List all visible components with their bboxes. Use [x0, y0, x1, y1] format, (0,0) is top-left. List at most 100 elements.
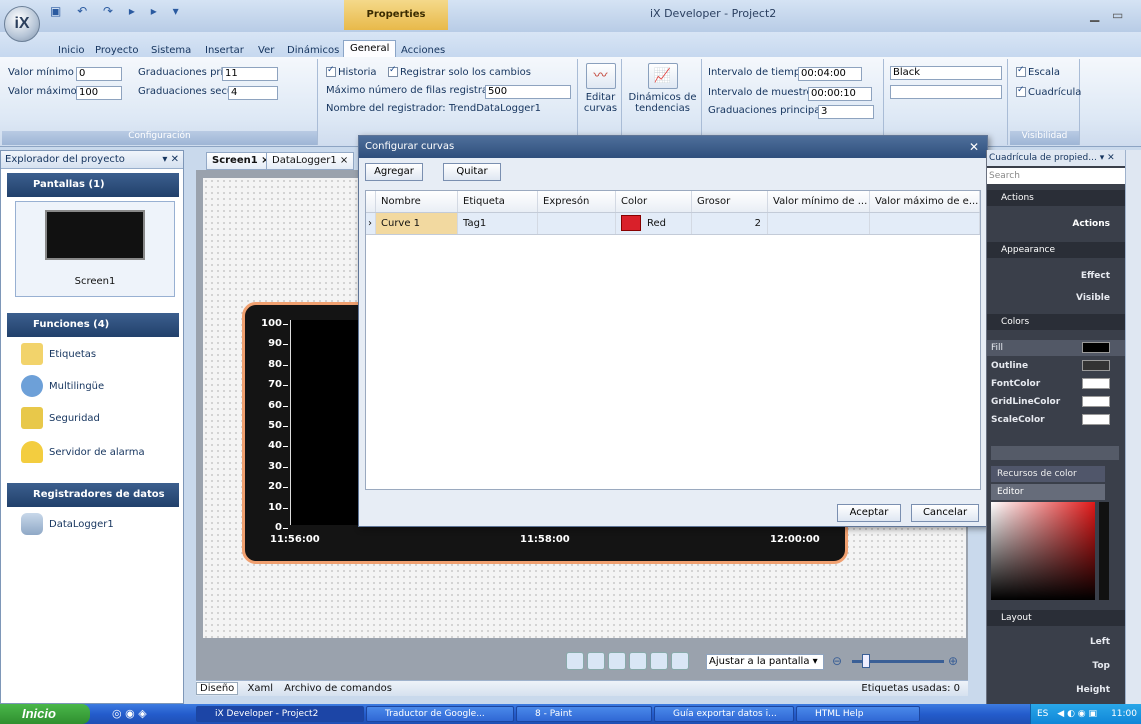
tab-ver[interactable]: Ver: [258, 45, 274, 56]
sample-interval-input[interactable]: 00:00:10: [808, 87, 872, 101]
actions-section[interactable]: Actions: [987, 190, 1126, 206]
cancel-button[interactable]: Cancelar: [911, 504, 979, 522]
xaml-tab[interactable]: Xaml: [247, 683, 273, 694]
grid-checkbox[interactable]: Cuadrícula: [1016, 85, 1081, 98]
image-icon[interactable]: [671, 652, 689, 670]
max-value-input[interactable]: 100: [76, 86, 122, 100]
design-tab[interactable]: Diseño: [196, 682, 239, 695]
tab-datalogger1[interactable]: DataLogger1 ×: [266, 152, 355, 170]
color-picker[interactable]: [991, 502, 1095, 600]
cell-tag[interactable]: Tag1: [458, 213, 538, 234]
register-changes-checkbox[interactable]: Registrar solo los cambios: [388, 65, 531, 78]
screen-icon[interactable]: [650, 652, 668, 670]
color-resources-tab[interactable]: Recursos de color: [991, 466, 1105, 482]
height-property[interactable]: Height: [987, 682, 1126, 698]
comment-icon[interactable]: [587, 652, 605, 670]
align-icon[interactable]: [566, 652, 584, 670]
function-item-alarm[interactable]: Servidor de alarma: [21, 441, 145, 463]
function-item-multilingue[interactable]: Multilingüe: [21, 375, 104, 397]
outline-property[interactable]: Outline: [987, 358, 1126, 374]
color-editor-tab[interactable]: Editor: [991, 484, 1105, 500]
major-ticks-input[interactable]: 11: [222, 67, 278, 81]
table-row[interactable]: › Curve 1 Tag1 Red 2: [366, 213, 980, 235]
screen-thumbnail[interactable]: Screen1: [15, 201, 175, 297]
function-item-etiquetas[interactable]: Etiquetas: [21, 343, 96, 365]
taskbar-item-ixdeveloper[interactable]: iX Developer - Project2: [196, 706, 364, 722]
color-dropdown-2[interactable]: [890, 85, 1002, 99]
layout-section[interactable]: Layout: [987, 610, 1126, 626]
taskbar-item-htmlhelp[interactable]: HTML Help: [796, 706, 920, 722]
effect-property[interactable]: Effect: [987, 268, 1126, 284]
cell-min[interactable]: [768, 213, 870, 234]
cell-name[interactable]: Curve 1: [376, 213, 458, 234]
color-mode-buttons[interactable]: [991, 446, 1119, 460]
minimize-icon[interactable]: ▁: [1090, 8, 1099, 22]
actions-button[interactable]: Actions: [987, 216, 1126, 232]
tab-inicio[interactable]: Inicio: [58, 45, 84, 56]
language-indicator[interactable]: ES: [1037, 709, 1048, 719]
tab-insertar[interactable]: Insertar: [205, 45, 244, 56]
logger-item[interactable]: DataLogger1: [21, 513, 114, 535]
appearance-section[interactable]: Appearance: [987, 242, 1126, 258]
add-button[interactable]: Agregar: [365, 163, 423, 181]
hue-slider[interactable]: [1099, 502, 1109, 600]
application-button[interactable]: iX: [4, 6, 40, 42]
ok-button[interactable]: Aceptar: [837, 504, 901, 522]
zoom-in-icon[interactable]: ⊕: [948, 654, 958, 668]
tab-sistema[interactable]: Sistema: [151, 45, 191, 56]
functions-section-header[interactable]: Funciones (4): [7, 313, 179, 337]
col-color[interactable]: Color: [616, 191, 692, 212]
loggers-section-header[interactable]: Registradores de datos (1): [7, 483, 179, 524]
max-rows-input[interactable]: 500: [485, 85, 571, 99]
zoom-out-icon[interactable]: ⊖: [832, 654, 842, 668]
zoom-slider-thumb[interactable]: [862, 654, 870, 668]
start-button[interactable]: Inicio: [0, 704, 90, 724]
cell-max[interactable]: [870, 213, 980, 234]
scale-checkbox[interactable]: Escala: [1016, 65, 1060, 78]
col-max[interactable]: Valor máximo de e...: [870, 191, 980, 212]
tab-proyecto[interactable]: Proyecto: [95, 45, 138, 56]
chat-icon[interactable]: [608, 652, 626, 670]
scalecolor-property[interactable]: ScaleColor: [987, 412, 1126, 428]
tab-general[interactable]: General: [343, 40, 397, 57]
close-icon[interactable]: ✕: [969, 136, 979, 158]
trend-dynamics-button[interactable]: 📈 Dinámicos de tendencias: [624, 59, 702, 145]
taskbar-item-guide[interactable]: Guía exportar datos i...: [654, 706, 794, 722]
search-input[interactable]: Search: [987, 168, 1126, 184]
col-etiqueta[interactable]: Etiqueta: [458, 191, 538, 212]
min-value-input[interactable]: 0: [76, 67, 122, 81]
tag-icon[interactable]: [629, 652, 647, 670]
tab-dinamicos[interactable]: Dinámicos: [287, 45, 339, 56]
zoom-dropdown[interactable]: Ajustar a la pantalla ▾: [706, 654, 824, 670]
col-min[interactable]: Valor mínimo de ...: [768, 191, 870, 212]
colors-section[interactable]: Colors: [987, 314, 1126, 330]
function-item-seguridad[interactable]: Seguridad: [21, 407, 100, 429]
time-interval-input[interactable]: 00:04:00: [798, 67, 862, 81]
remove-button[interactable]: Quitar: [443, 163, 501, 181]
col-nombre[interactable]: Nombre: [376, 191, 458, 212]
edit-curves-button[interactable]: 〰 Editar curvas: [580, 59, 622, 145]
quick-access-toolbar[interactable]: ▣ ↶ ↷ ▸ ▸ ▾: [50, 4, 185, 18]
side-dock-strip[interactable]: [1125, 150, 1141, 704]
minor-ticks-input[interactable]: 4: [228, 86, 278, 100]
col-expresion[interactable]: Expresón: [538, 191, 616, 212]
quick-launch[interactable]: ◎ ◉ ◈: [112, 707, 147, 720]
col-grosor[interactable]: Grosor: [692, 191, 768, 212]
visible-property[interactable]: Visible: [987, 290, 1126, 306]
top-property[interactable]: Top: [987, 658, 1126, 674]
screens-section-header[interactable]: Pantallas (1): [7, 173, 179, 197]
fill-property[interactable]: Fill: [987, 340, 1126, 356]
cell-color[interactable]: Red: [616, 213, 692, 234]
tab-acciones[interactable]: Acciones: [401, 45, 445, 56]
color-dropdown[interactable]: Black: [890, 66, 1002, 80]
taskbar-item-paint[interactable]: 8 - Paint: [516, 706, 652, 722]
taskbar-item-translator[interactable]: Traductor de Google...: [366, 706, 514, 722]
cell-expression[interactable]: [538, 213, 616, 234]
maximize-icon[interactable]: ▭: [1112, 8, 1123, 22]
left-property[interactable]: Left: [987, 634, 1126, 650]
grad-input[interactable]: 3: [818, 105, 874, 119]
gridlinecolor-property[interactable]: GridLineColor: [987, 394, 1126, 410]
fontcolor-property[interactable]: FontColor: [987, 376, 1126, 392]
tray-icons[interactable]: ◀ ◐ ◉ ▣: [1057, 709, 1097, 719]
script-tab[interactable]: Archivo de comandos: [284, 683, 392, 694]
